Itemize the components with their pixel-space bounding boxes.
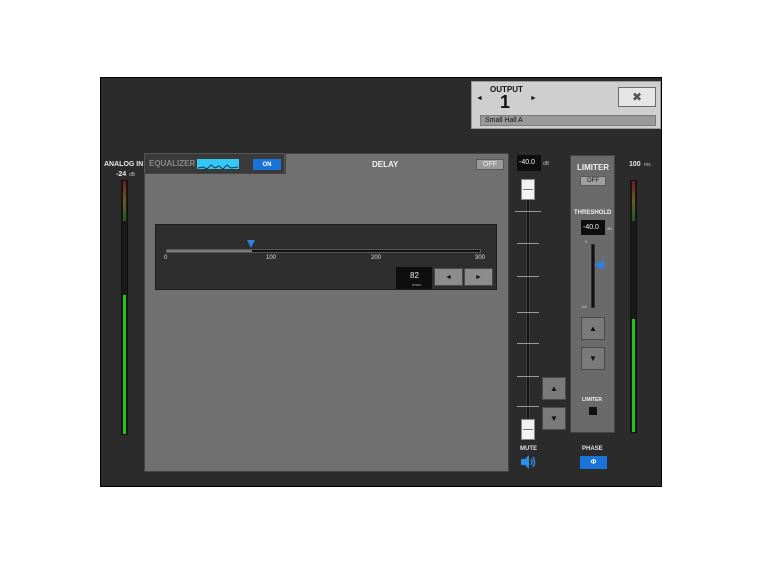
input-meter-fill (123, 295, 126, 434)
output-meter-unit: ms (644, 162, 651, 168)
threshold-down-icon: ▼ (589, 354, 597, 363)
limiter-indicator (589, 407, 597, 415)
input-level-unit: dB (129, 172, 136, 178)
output-prev-button[interactable]: ◄ (476, 95, 483, 102)
mute-label: MUTE (520, 446, 537, 452)
threshold-scale-top: 0 (585, 239, 588, 244)
threshold-scale-bottom: -54 (581, 304, 587, 309)
input-meter (121, 180, 128, 435)
preset-name: Small Hall A (485, 117, 523, 124)
delay-off-button[interactable]: OFF (476, 159, 504, 170)
phase-icon: Φ (590, 459, 597, 466)
delay-value-box: 82 msec (396, 267, 432, 289)
fader-readout: -40.0 (519, 159, 535, 166)
input-level: -24 (116, 171, 127, 178)
close-button[interactable]: ✖ (618, 87, 656, 107)
delay-scale-200: 200 (371, 255, 382, 261)
delay-left-icon: ◄ (445, 273, 452, 281)
fader-tick (517, 343, 539, 344)
threshold-up-button[interactable]: ▲ (581, 317, 605, 340)
close-icon: ✖ (631, 90, 643, 104)
fader-top-handle[interactable] (521, 179, 535, 200)
delay-scale-100: 100 (266, 255, 277, 261)
tab-equalizer-label: EQUALIZER (149, 159, 196, 168)
phase-button[interactable]: Φ (580, 456, 607, 469)
fader-tick (517, 406, 539, 407)
threshold-label: THRESHOLD (574, 210, 612, 216)
fader-down-icon: ▼ (550, 414, 558, 423)
output-meter-peak-zone (632, 181, 635, 221)
fader-tick (517, 312, 539, 313)
delay-panel (144, 173, 509, 472)
delay-value: 82 (410, 271, 419, 280)
limiter-panel: LIMITER OFF THRESHOLD -40.0 dB 0 -54 ▲ ▼… (570, 155, 615, 433)
delay-slider-box: 0 100 200 300 82 msec ◄ ► (155, 224, 497, 290)
fader-up-icon: ▲ (550, 384, 558, 393)
threshold-value: -40.0 (583, 224, 599, 231)
threshold-value-box: -40.0 (581, 220, 605, 235)
fader-readout-box: -40.0 (517, 155, 541, 171)
phase-label: PHASE (582, 446, 603, 452)
input-label: ANALOG IN (104, 161, 144, 168)
tab-delay-label: DELAY (372, 160, 399, 169)
speaker-icon (521, 455, 536, 469)
tab-equalizer[interactable]: EQUALIZER ON (144, 153, 285, 173)
mute-button[interactable] (519, 454, 537, 470)
delay-scale-300: 300 (475, 255, 486, 261)
delay-increment-button[interactable]: ► (464, 268, 493, 286)
fader-handle[interactable] (521, 419, 535, 440)
tab-delay[interactable]: DELAY OFF (285, 153, 509, 174)
fader-tick (517, 276, 539, 277)
fader-tick (517, 243, 539, 244)
threshold-slider-thumb[interactable] (594, 260, 604, 270)
output-panel: OUTPUT ◄ 1 ► ✖ Small Hall A (471, 81, 661, 129)
limiter-title: LIMITER (577, 163, 609, 172)
delay-slider-fill (167, 250, 252, 252)
delay-off-label: OFF (483, 161, 497, 168)
fader-down-button[interactable]: ▼ (542, 407, 566, 430)
output-meter-label: 100 (629, 161, 641, 168)
preset-name-field[interactable]: Small Hall A (480, 115, 656, 126)
fader-tick (517, 376, 539, 377)
delay-right-icon: ► (475, 273, 482, 281)
eq-on-label: ON (262, 161, 272, 168)
delay-scale-0: 0 (164, 255, 168, 261)
delay-decrement-button[interactable]: ◄ (434, 268, 463, 286)
threshold-unit: dB (607, 226, 612, 231)
limiter-off-label: OFF (587, 178, 599, 184)
fader-readout-unit: dB (543, 161, 550, 167)
delay-slider-thumb[interactable] (247, 240, 255, 248)
output-meter (630, 180, 637, 433)
output-meter-fill (632, 319, 635, 432)
fader-tick (515, 211, 541, 212)
output-next-button[interactable]: ► (530, 95, 537, 102)
eq-on-button[interactable]: ON (253, 159, 281, 170)
limiter-indicator-label: LIMITER (582, 397, 602, 403)
eq-curve-icon (197, 159, 239, 170)
limiter-off-button[interactable]: OFF (580, 176, 606, 186)
fader-track[interactable] (526, 180, 530, 440)
fader-up-button[interactable]: ▲ (542, 377, 566, 400)
threshold-up-icon: ▲ (589, 324, 597, 333)
threshold-down-button[interactable]: ▼ (581, 347, 605, 370)
threshold-slider-track[interactable] (591, 244, 595, 308)
delay-value-unit: msec (412, 282, 422, 287)
input-meter-peak-zone (123, 181, 126, 221)
output-number: 1 (500, 92, 511, 112)
delay-slider-track[interactable] (166, 249, 481, 253)
